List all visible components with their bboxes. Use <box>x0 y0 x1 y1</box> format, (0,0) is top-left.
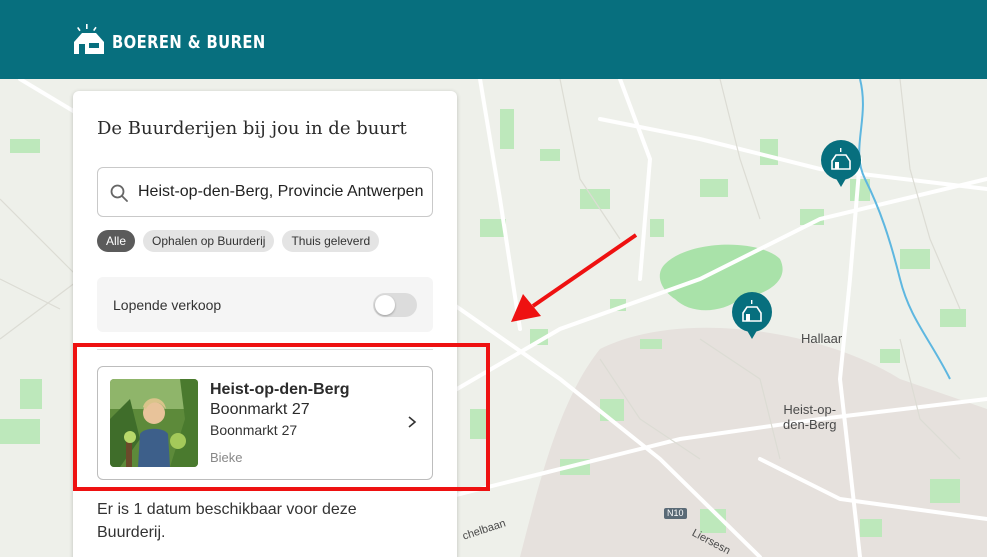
search-input[interactable] <box>138 168 430 216</box>
availability-text: Er is 1 datum beschikbaar voor deze Buur… <box>97 501 357 541</box>
search-panel: De Buurderijen bij jou in de buurt Alle … <box>73 91 457 557</box>
location-search[interactable] <box>97 167 433 217</box>
filter-chip-all[interactable]: Alle <box>97 230 136 252</box>
farm-pin-icon[interactable] <box>820 139 862 189</box>
toggle-knob <box>375 295 395 315</box>
farm-pin-icon[interactable] <box>731 291 773 341</box>
map-label-n10: N10 <box>664 508 687 519</box>
filter-chip-delivery[interactable]: Thuis geleverd <box>282 230 380 252</box>
ongoing-sale-toggle[interactable] <box>373 293 417 317</box>
search-icon <box>110 184 128 202</box>
filter-chips: Alle Ophalen op Buurderij Thuis geleverd <box>97 230 380 252</box>
farm-logo-icon <box>74 24 104 54</box>
farm-address-line2: Boonmarkt 27 <box>210 422 298 438</box>
ongoing-sale-label: Lopende verkoop <box>113 297 222 313</box>
filter-chip-pickup[interactable]: Ophalen op Buurderij <box>143 230 275 252</box>
ongoing-sale-row: Lopende verkoop <box>97 277 433 332</box>
map-label-hallaar: Hallaar <box>801 331 843 346</box>
farm-photo <box>110 379 198 467</box>
map-label-heist: Heist-op- den-Berg <box>783 402 837 432</box>
chevron-right-icon <box>408 416 417 428</box>
top-header: BOEREN & BUREN <box>0 0 987 79</box>
farm-card[interactable]: Heist-op-den-Berg Boonmarkt 27 Boonmarkt… <box>97 366 433 480</box>
farm-owner: Bieke <box>210 450 243 465</box>
logo[interactable]: BOEREN & BUREN <box>72 24 299 56</box>
panel-title: De Buurderijen bij jou in de buurt <box>97 118 407 139</box>
divider <box>97 349 433 350</box>
logo-text: BOEREN & BUREN <box>112 31 266 53</box>
farm-address-line1: Boonmarkt 27 <box>210 401 310 418</box>
farm-name: Heist-op-den-Berg <box>210 381 350 398</box>
